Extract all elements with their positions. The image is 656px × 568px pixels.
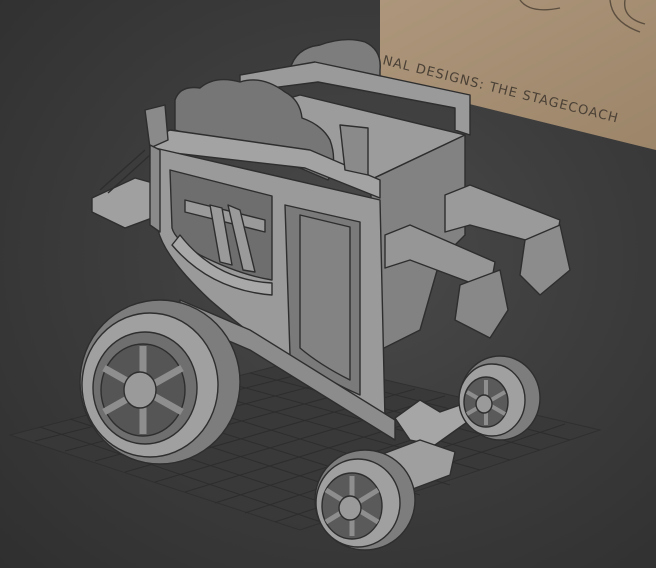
viewport-scene[interactable]: NAL DESIGNS: THE STAGECOACH — [0, 0, 656, 568]
right-wheel-small[interactable] — [458, 355, 541, 441]
3d-viewport[interactable]: NAL DESIGNS: THE STAGECOACH — [0, 0, 656, 568]
front-wheel-small[interactable] — [314, 449, 416, 551]
left-rail-post — [144, 104, 169, 149]
body-left-edge — [149, 144, 161, 233]
rear-wheel-large[interactable] — [79, 299, 241, 465]
right-rail-post — [339, 124, 369, 176]
